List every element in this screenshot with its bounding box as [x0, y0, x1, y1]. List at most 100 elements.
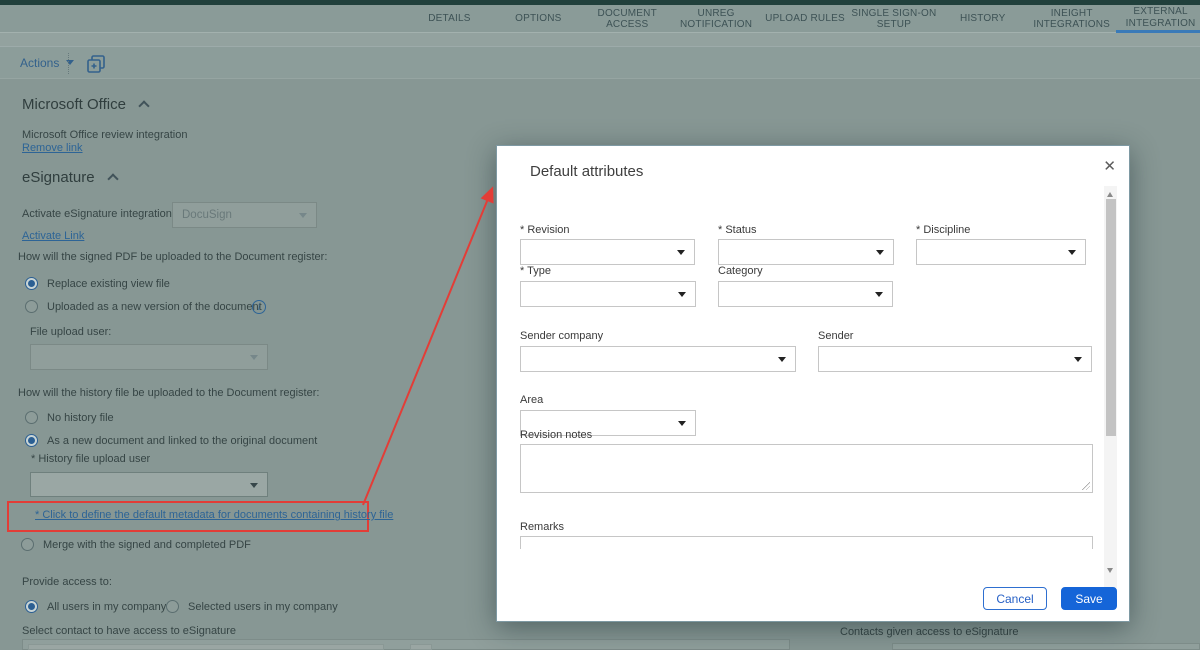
merge-option-row: Merge with the signed and completed PDF [21, 538, 251, 551]
dropdown-arrow-icon [677, 250, 685, 255]
file-upload-user-label: File upload user: [30, 326, 112, 338]
revision-select[interactable] [520, 239, 695, 265]
type-label: * Type [520, 265, 551, 277]
activate-link[interactable]: Activate Link [22, 230, 84, 242]
dialog-title: Default attributes [530, 163, 644, 180]
actions-button[interactable]: Actions [20, 47, 75, 78]
selected-users-label: Selected users in my company [188, 600, 338, 613]
tab-options[interactable]: OPTIONS [494, 5, 583, 33]
remove-link[interactable]: Remove link [22, 142, 83, 154]
subheader-strip [0, 33, 1200, 46]
revision-notes-textarea[interactable] [520, 444, 1093, 493]
tab-document-access[interactable]: DOCUMENT ACCESS [583, 5, 672, 33]
status-select[interactable] [718, 239, 894, 265]
new-version-option-row: Uploaded as a new version of the documen… [25, 300, 262, 313]
esignature-section-header: eSignature [22, 169, 119, 186]
sender-label: Sender [818, 330, 854, 342]
merge-radio[interactable] [21, 538, 34, 551]
tab-upload-rules[interactable]: UPLOAD RULES [761, 5, 850, 33]
replace-existing-radio[interactable] [25, 277, 38, 290]
select-contact-button[interactable] [410, 644, 432, 650]
resize-handle-icon[interactable] [1082, 482, 1090, 490]
merge-label: Merge with the signed and completed PDF [43, 538, 251, 551]
microsoft-office-section-header: Microsoft Office [22, 96, 150, 113]
tab-bar: DETAILS OPTIONS DOCUMENT ACCESS UNREG NO… [0, 5, 1200, 33]
collapse-chevron-icon[interactable] [106, 173, 119, 185]
remarks-textarea[interactable] [520, 536, 1093, 549]
selected-users-radio[interactable] [166, 600, 179, 613]
revision-label: * Revision [520, 224, 570, 236]
provide-access-label: Provide access to: [22, 576, 112, 588]
all-users-option-row: All users in my company [25, 600, 166, 613]
all-users-radio[interactable] [25, 600, 38, 613]
dialog-scrollbar[interactable] [1104, 186, 1117, 588]
external-integration-page: DETAILS OPTIONS DOCUMENT ACCESS UNREG NO… [0, 0, 1200, 650]
sender-company-label: Sender company [520, 330, 604, 342]
tab-history[interactable]: HISTORY [938, 5, 1027, 33]
dropdown-arrow-icon [1068, 250, 1076, 255]
contacts-given-list [892, 643, 1200, 650]
select-contact-label: Select contact to have access to eSignat… [22, 625, 237, 637]
info-icon-glyph: i [257, 302, 261, 312]
tab-unreg-notification[interactable]: UNREG NOTIFICATION [672, 5, 761, 33]
sender-company-select[interactable] [520, 346, 796, 372]
dropdown-arrow-icon [1074, 357, 1082, 362]
activate-esignature-label: Activate eSignature integration: [22, 208, 175, 220]
tab-details[interactable]: DETAILS [405, 5, 494, 33]
new-document-radio[interactable] [25, 434, 38, 447]
info-icon[interactable]: i [252, 300, 266, 314]
actions-toolbar: Actions [0, 46, 1200, 79]
discipline-select[interactable] [916, 239, 1086, 265]
replace-existing-option-row: Replace existing view file [25, 277, 170, 290]
dropdown-arrow-icon [299, 213, 307, 218]
microsoft-office-title: Microsoft Office [22, 96, 126, 113]
cancel-button[interactable]: Cancel [983, 587, 1047, 610]
scroll-down-icon[interactable] [1107, 568, 1113, 573]
new-document-label: As a new document and linked to the orig… [47, 434, 318, 447]
history-upload-user-label: * History file upload user [31, 453, 151, 465]
area-label: Area [520, 394, 544, 406]
category-select[interactable] [718, 281, 893, 307]
status-label: * Status [718, 224, 757, 236]
signed-pdf-question-label: How will the signed PDF be uploaded to t… [18, 251, 328, 263]
scrollbar-thumb[interactable] [1105, 199, 1116, 436]
file-upload-user-select[interactable] [30, 344, 268, 370]
discipline-label: * Discipline [916, 224, 971, 236]
actions-button-label: Actions [20, 55, 60, 70]
toolbar-divider [68, 53, 69, 74]
default-attributes-dialog: Default attributes ✕ * Revision * Status… [496, 145, 1130, 622]
no-history-radio[interactable] [25, 411, 38, 424]
replace-existing-label: Replace existing view file [47, 277, 170, 290]
type-select[interactable] [520, 281, 696, 307]
esignature-provider-select[interactable]: DocuSign [172, 202, 317, 228]
remarks-label: Remarks [520, 521, 565, 533]
dropdown-arrow-icon [875, 292, 883, 297]
close-icon[interactable]: ✕ [1103, 157, 1116, 175]
provider-value: DocuSign [182, 209, 232, 221]
dropdown-arrow-icon [678, 292, 686, 297]
dropdown-arrow-icon [250, 355, 258, 360]
collapse-chevron-icon[interactable] [138, 100, 150, 112]
history-upload-user-select[interactable] [30, 472, 268, 497]
sender-select[interactable] [818, 346, 1092, 372]
revision-notes-label: Revision notes [520, 429, 593, 441]
save-button[interactable]: Save [1061, 587, 1117, 610]
contacts-given-label: Contacts given access to eSignature [840, 626, 1019, 638]
no-history-option-row: No history file [25, 411, 114, 424]
new-version-radio[interactable] [25, 300, 38, 313]
tab-list: DETAILS OPTIONS DOCUMENT ACCESS UNREG NO… [405, 5, 1200, 33]
tab-external-integration[interactable]: EXTERNAL INTEGRATION [1116, 5, 1200, 33]
scroll-up-icon[interactable] [1107, 192, 1113, 197]
select-contact-input[interactable] [28, 644, 384, 650]
tab-single-sign-on-setup[interactable]: SINGLE SIGN-ON SETUP [849, 5, 938, 33]
define-default-metadata-link[interactable]: * Click to define the default metadata f… [35, 509, 393, 521]
dropdown-arrow-icon [250, 482, 258, 488]
all-users-label: All users in my company [47, 600, 167, 613]
tab-ineight-integrations[interactable]: INEIGHT INTEGRATIONS [1027, 5, 1116, 33]
new-document-option-row: As a new document and linked to the orig… [25, 434, 317, 447]
copy-add-icon[interactable] [86, 54, 106, 79]
selected-users-option-row: Selected users in my company [166, 600, 338, 613]
new-version-label: Uploaded as a new version of the documen… [47, 300, 262, 313]
dropdown-arrow-icon [876, 250, 884, 255]
category-label: Category [718, 265, 763, 277]
